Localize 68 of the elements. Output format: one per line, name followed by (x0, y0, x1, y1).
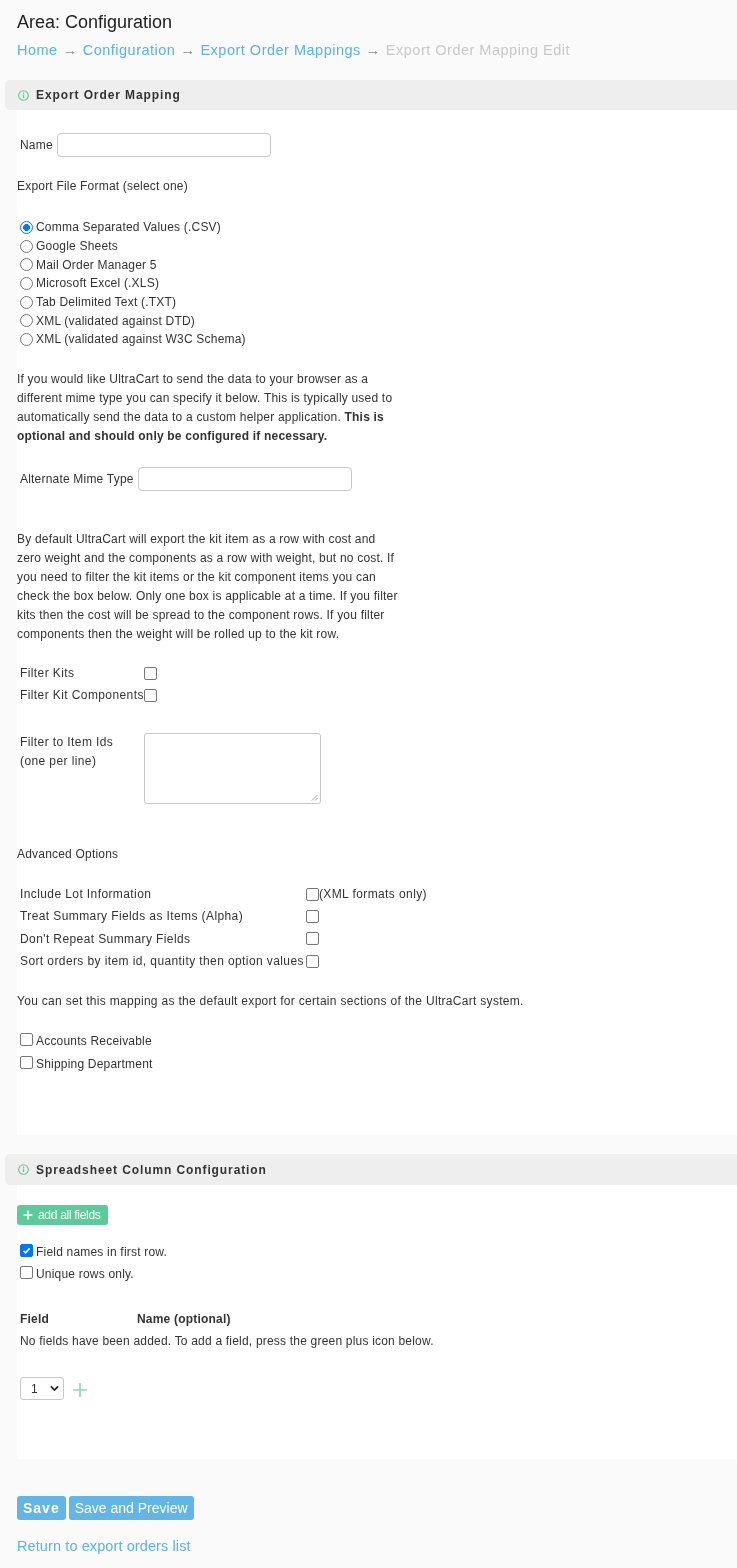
radio-button[interactable] (20, 220, 33, 234)
checkbox[interactable] (20, 1032, 33, 1046)
breadcrumb-separator: → (180, 42, 196, 58)
check-icon (21, 1245, 32, 1257)
info-icon (18, 89, 29, 101)
option-note: (XML formats only) (318, 887, 427, 901)
return-link[interactable]: Return to export orders list (17, 1536, 737, 1557)
filter-label: Filter Kits (19, 664, 76, 682)
option-label: Sort orders by item id, quantity then option values (19, 954, 305, 969)
section-title: Export Order Mapping (36, 88, 181, 102)
column-header: Field (20, 1312, 50, 1327)
filter-label: Filter Kit Components (19, 687, 144, 705)
breadcrumb-link[interactable]: Export Order Mappings (200, 42, 361, 58)
column-header: Name (optional) (137, 1312, 232, 1327)
name-label: Name (20, 138, 53, 152)
checkbox-label: Field names in first row. (36, 1245, 168, 1260)
resize-grip-icon[interactable] (310, 793, 318, 801)
format-label: Export File Format (select one) (17, 178, 189, 195)
checkbox-label: Unique rows only. (36, 1267, 134, 1282)
save-button[interactable]: Save (17, 1496, 66, 1521)
breadcrumb-separator: → (62, 42, 78, 58)
breadcrumb-link[interactable]: Home (17, 42, 58, 58)
checkbox[interactable] (305, 909, 319, 923)
chevron-down-icon (50, 1385, 59, 1393)
option-label: Treat Summary Fields as Items (Alpha) (19, 909, 245, 924)
empty-table-message: No fields have been added. To add a field, press the green plus icon below. (20, 1334, 434, 1349)
radio-button[interactable] (20, 295, 33, 309)
radio-label: Tab Delimited Text (.TXT) (36, 295, 177, 310)
checkbox[interactable] (305, 954, 319, 968)
radio-button[interactable] (20, 258, 33, 272)
radio-label: Microsoft Excel (.XLS) (36, 276, 160, 291)
mime-type-note: If you would like UltraCart to send the data to your browser as a different mime type you can specify it below. This is typically used to automatically send the data to a custom helper application. This is optional and should only be configured if necessary. (17, 370, 394, 445)
info-icon (18, 1164, 29, 1176)
radio-label: Google Sheets (36, 239, 118, 254)
count-select[interactable]: 1 (20, 1377, 64, 1401)
advanced-options-heading: Advanced Options (17, 845, 120, 863)
radio-button[interactable] (20, 332, 33, 346)
option-label: Don't Repeat Summary Fields (19, 931, 192, 946)
default-export-note: You can set this mapping as the default export for certain sections of the UltraCart system. (17, 993, 525, 1011)
checkbox[interactable] (305, 932, 319, 946)
checkbox[interactable] (20, 1266, 33, 1280)
add-all-fields-button[interactable]: add all fields (17, 1205, 108, 1226)
section-title: Spreadsheet Column Configuration (36, 1162, 267, 1177)
radio-button[interactable] (20, 239, 33, 253)
checkbox-label: Accounts Receivable (36, 1033, 152, 1048)
mime-type-label: Alternate Mime Type (20, 471, 134, 486)
mime-type-input[interactable] (137, 466, 352, 491)
page-title: Area: Configuration (17, 11, 174, 34)
save-and-preview-button[interactable]: Save and Preview (68, 1496, 194, 1521)
radio-label: XML (validated against DTD) (36, 313, 195, 328)
radio-button[interactable] (20, 314, 33, 328)
kit-note: By default UltraCart will export the kit item as a row with cost and zero weight and the components as a row with weight, but no cost. If you need to filter the kit items or the kit component items you can check the box below. Only one box is applicable at a time. If you filter kits then the cost will be spread to the component rows. If you filter components then the weight will be rolled up to the kit row. (17, 530, 399, 643)
radio-label: Comma Separated Values (.CSV) (36, 220, 221, 235)
breadcrumb-separator: → (365, 42, 381, 58)
checkbox[interactable] (20, 1055, 33, 1069)
name-input[interactable] (56, 133, 271, 157)
radio-button[interactable] (20, 276, 33, 290)
radio-label: XML (validated against W3C Schema) (36, 332, 246, 347)
checkbox[interactable] (20, 1244, 33, 1258)
item-ids-label: Filter to Item Ids (one per line) (19, 733, 115, 770)
checkbox[interactable] (143, 666, 157, 680)
option-label: Include Lot Information (19, 887, 153, 901)
breadcrumb-link[interactable]: Configuration (82, 42, 176, 58)
radio-label: Mail Order Manager 5 (36, 257, 157, 272)
checkbox[interactable] (143, 689, 157, 703)
checkbox[interactable] (305, 887, 319, 901)
plus-icon (23, 1210, 33, 1221)
checkbox-label: Shipping Department (36, 1056, 153, 1071)
